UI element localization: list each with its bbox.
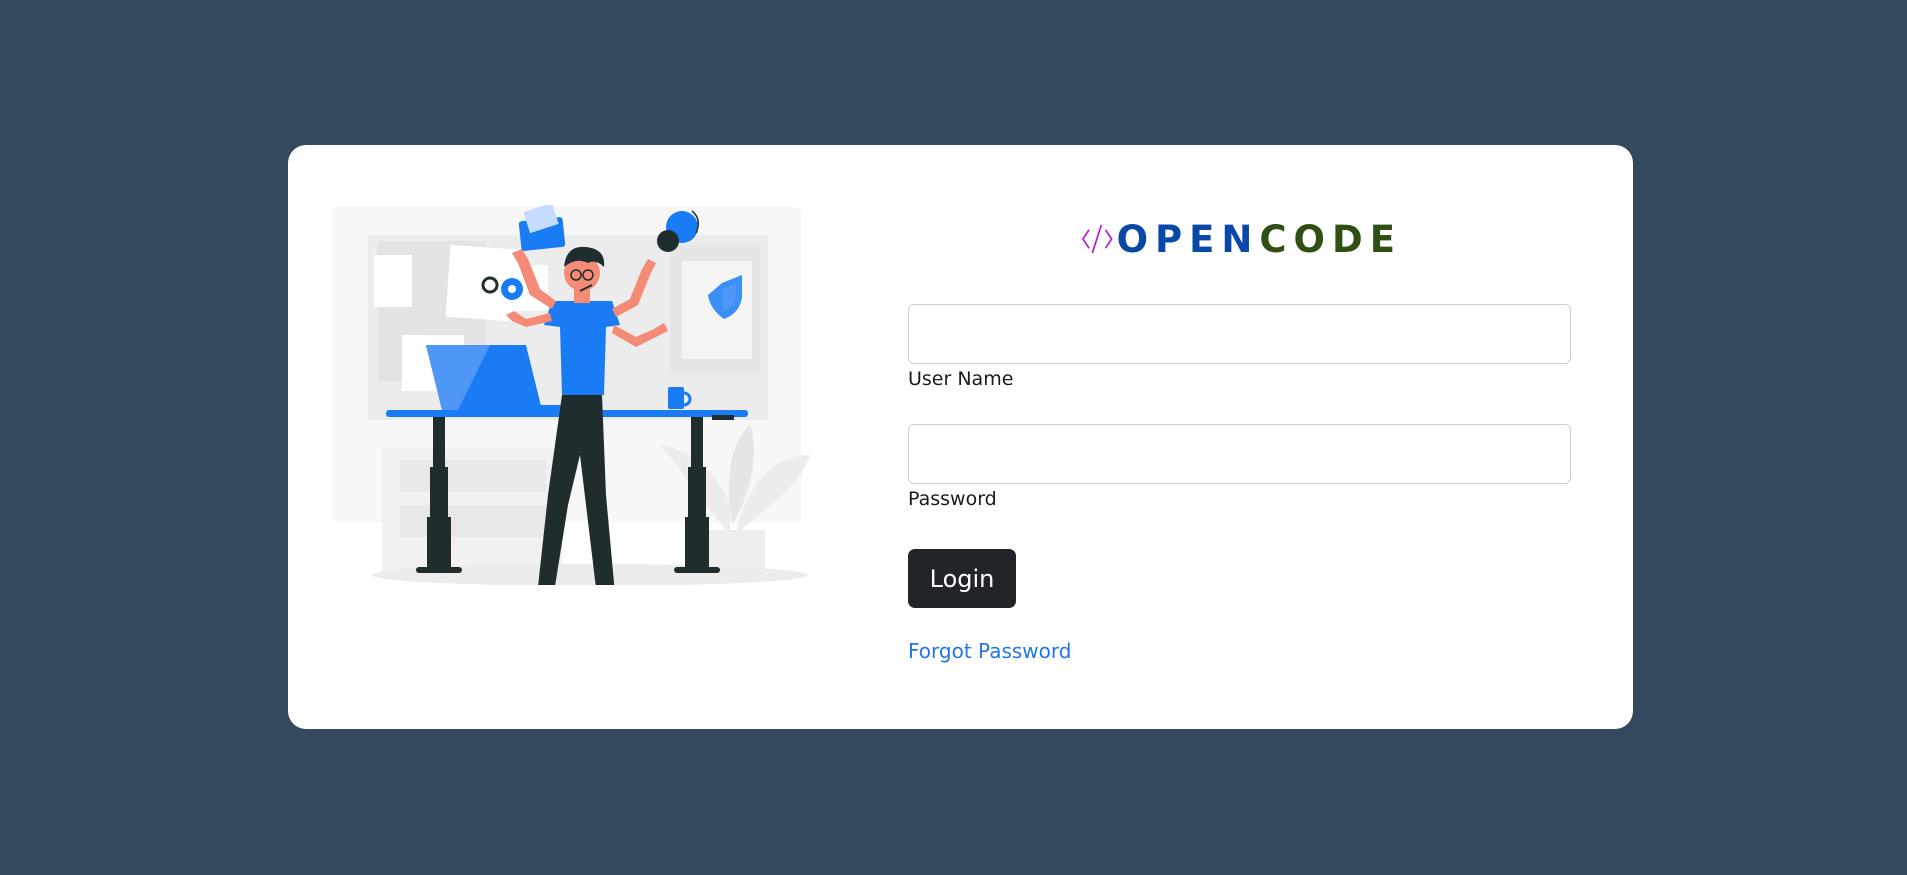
code-brackets-icon xyxy=(1082,224,1113,254)
forgot-password-link[interactable]: Forgot Password xyxy=(908,639,1071,663)
login-card: OPENCODE User Name Password Login Forgot… xyxy=(288,145,1633,729)
password-label: Password xyxy=(908,488,997,510)
username-label: User Name xyxy=(908,368,1014,390)
login-button[interactable]: Login xyxy=(908,549,1016,608)
multitasking-person-illustration xyxy=(330,202,850,617)
logo-text-code: CODE xyxy=(1259,217,1402,261)
logo-text-open: OPEN xyxy=(1116,217,1260,261)
logo-wordmark: OPENCODE xyxy=(1117,221,1402,258)
password-input[interactable] xyxy=(908,424,1571,484)
username-group: User Name xyxy=(908,304,1571,390)
username-input[interactable] xyxy=(908,304,1571,364)
password-group: Password xyxy=(908,424,1571,510)
opencode-logo: OPENCODE xyxy=(1082,207,1402,271)
